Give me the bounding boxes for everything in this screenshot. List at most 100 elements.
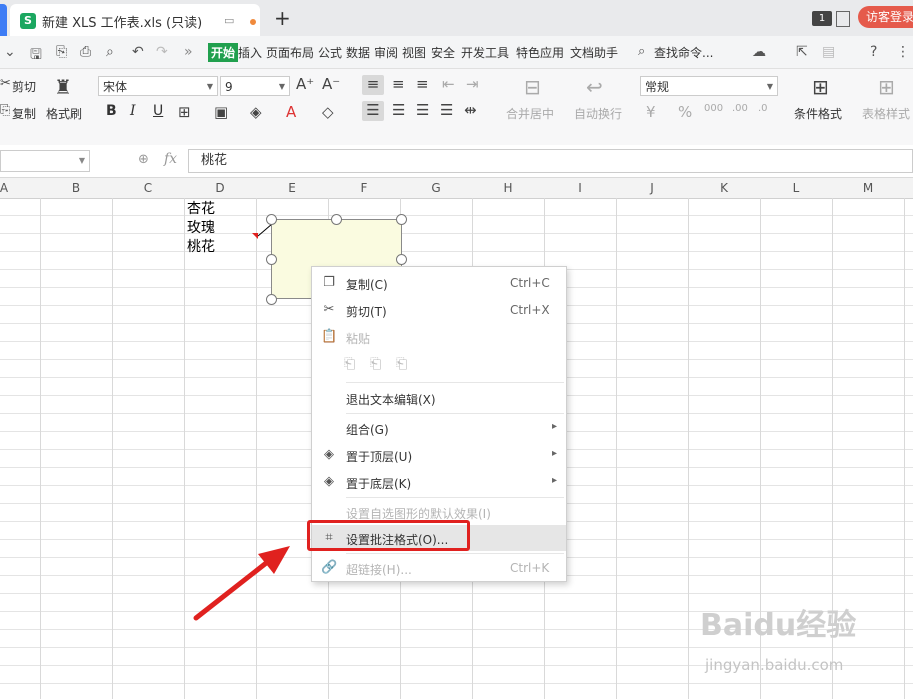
- menu-item-copy[interactable]: ❐ 复制(C) Ctrl+C: [312, 270, 566, 296]
- fx-button[interactable]: fx: [164, 151, 177, 167]
- menu-special[interactable]: 特色应用: [516, 44, 564, 61]
- chevron-down-icon[interactable]: ⌄: [4, 44, 16, 60]
- share-icon[interactable]: ⇱: [796, 44, 808, 60]
- font-size-select[interactable]: 9 ▼: [220, 76, 290, 96]
- column-header-f[interactable]: F: [354, 181, 374, 195]
- new-tab-button[interactable]: +: [274, 6, 291, 30]
- print-preview-icon[interactable]: ⌕: [106, 44, 114, 60]
- menu-data[interactable]: 数据: [346, 44, 370, 61]
- merge-center-button[interactable]: 合并居中: [506, 105, 554, 122]
- menu-item-bring-to-front[interactable]: ◈ 置于顶层(U) ▸: [312, 442, 566, 468]
- menu-item-hyperlink[interactable]: 🔗 超链接(H)... Ctrl+K: [312, 555, 566, 581]
- visitor-login-button[interactable]: 访客登录: [858, 6, 913, 28]
- table-style-icon[interactable]: ⊞: [878, 75, 895, 99]
- conditional-format-button[interactable]: 条件格式: [794, 105, 842, 122]
- copy-icon[interactable]: ⎘: [0, 103, 10, 118]
- wrap-text-icon[interactable]: ↩: [586, 75, 603, 99]
- name-box[interactable]: ▼: [0, 150, 90, 172]
- align-middle-icon[interactable]: ≡: [392, 75, 405, 93]
- borders-icon[interactable]: ⊞: [178, 103, 191, 121]
- menu-item-group[interactable]: 组合(G) ▸: [312, 415, 566, 441]
- font-name-select[interactable]: 宋体 ▼: [98, 76, 218, 96]
- align-bottom-icon[interactable]: ≡: [416, 75, 429, 93]
- cut-button[interactable]: 剪切: [12, 78, 36, 95]
- menu-item-paste[interactable]: 📋 粘贴: [312, 324, 566, 350]
- column-header-c[interactable]: C: [138, 181, 158, 195]
- formula-input[interactable]: 桃花: [188, 149, 913, 173]
- search-icon[interactable]: ⌕: [638, 44, 645, 59]
- print-icon[interactable]: ⎙: [80, 44, 91, 60]
- increase-decimal-icon[interactable]: .00: [732, 103, 748, 114]
- monitor-icon[interactable]: ▭: [224, 14, 234, 27]
- column-header-d[interactable]: D: [210, 181, 230, 195]
- menu-doc-assistant[interactable]: 文档助手: [570, 44, 618, 61]
- resize-handle-top[interactable]: [331, 214, 342, 225]
- command-search[interactable]: 查找命令...: [654, 44, 713, 61]
- number-format-select[interactable]: 常规 ▼: [640, 76, 778, 96]
- increase-font-icon[interactable]: A⁺: [296, 75, 314, 93]
- thousands-icon[interactable]: 000: [704, 103, 723, 114]
- merge-center-icon[interactable]: ⊟: [524, 75, 541, 99]
- column-header-i[interactable]: I: [570, 181, 590, 195]
- column-header-k[interactable]: K: [714, 181, 734, 195]
- clear-icon[interactable]: ◇: [322, 103, 334, 121]
- distribute-icon[interactable]: ⇹: [464, 101, 477, 119]
- help-icon[interactable]: ?: [870, 44, 877, 60]
- italic-button[interactable]: I: [130, 103, 136, 119]
- currency-icon[interactable]: ¥: [646, 103, 656, 121]
- resize-handle-right[interactable]: [396, 254, 407, 265]
- menu-more-icon[interactable]: ⋮: [896, 44, 910, 60]
- decrease-indent-icon[interactable]: ⇤: [442, 75, 455, 93]
- export-pdf-icon[interactable]: ⎘: [56, 44, 67, 60]
- document-tab[interactable]: S 新建 XLS 工作表.xls (只读) ▭: [10, 4, 260, 36]
- scissors-icon[interactable]: ✂: [0, 76, 11, 91]
- column-header-m[interactable]: M: [858, 181, 878, 195]
- percent-icon[interactable]: %: [678, 103, 692, 121]
- menu-security[interactable]: 安全: [431, 44, 455, 61]
- menu-view[interactable]: 视图: [402, 44, 426, 61]
- home-tab-edge[interactable]: [0, 4, 7, 36]
- template-icon[interactable]: ▤: [822, 44, 835, 60]
- column-header-e[interactable]: E: [282, 181, 302, 195]
- underline-button[interactable]: U: [153, 103, 163, 119]
- decrease-font-icon[interactable]: A⁻: [322, 75, 340, 93]
- column-header-b[interactable]: B: [66, 181, 86, 195]
- undo-icon[interactable]: ↶: [132, 44, 144, 60]
- menu-developer[interactable]: 开发工具: [461, 44, 509, 61]
- column-header-j[interactable]: J: [642, 181, 662, 195]
- resize-handle-bottom-left[interactable]: [266, 294, 277, 305]
- bold-button[interactable]: B: [106, 103, 117, 119]
- align-right-icon[interactable]: ☰: [416, 101, 429, 119]
- table-style-button[interactable]: 表格样式: [862, 105, 910, 122]
- column-header-a[interactable]: A: [0, 181, 14, 195]
- menu-item-send-to-back[interactable]: ◈ 置于底层(K) ▸: [312, 469, 566, 495]
- justify-icon[interactable]: ☰: [440, 101, 453, 119]
- align-top-icon[interactable]: ≡: [362, 75, 384, 95]
- save-icon[interactable]: 🖫: [30, 44, 42, 68]
- more-icon[interactable]: »: [184, 44, 193, 60]
- paste-keep-format-icon[interactable]: ⎗: [344, 356, 355, 372]
- paste-values-icon[interactable]: ⎗: [370, 356, 381, 372]
- fill-color-icon[interactable]: ◈: [250, 103, 262, 121]
- paste-formula-icon[interactable]: ⎗: [396, 356, 407, 372]
- menu-review[interactable]: 审阅: [374, 44, 398, 61]
- resize-handle-top-right[interactable]: [396, 214, 407, 225]
- menu-formulas[interactable]: 公式: [318, 44, 342, 61]
- align-left-icon[interactable]: ☰: [362, 101, 384, 121]
- increase-indent-icon[interactable]: ⇥: [466, 75, 479, 93]
- menu-insert[interactable]: 插入: [238, 44, 262, 61]
- conditional-format-icon[interactable]: ⊞: [812, 75, 829, 99]
- redo-icon[interactable]: ↷: [156, 44, 168, 60]
- decrease-decimal-icon[interactable]: .0: [758, 103, 768, 114]
- column-header-h[interactable]: H: [498, 181, 518, 195]
- zoom-icon[interactable]: ⊕: [138, 152, 149, 167]
- wrap-text-button[interactable]: 自动换行: [574, 105, 622, 122]
- window-icon[interactable]: [836, 11, 850, 27]
- font-color-icon[interactable]: A: [286, 103, 296, 121]
- cell-d3[interactable]: 桃花: [187, 236, 215, 256]
- copy-button[interactable]: 复制: [12, 105, 36, 122]
- menu-page-layout[interactable]: 页面布局: [266, 44, 314, 61]
- cell-d1[interactable]: 杏花: [187, 198, 215, 218]
- menu-home[interactable]: 开始: [208, 43, 239, 62]
- cell-style-icon[interactable]: ▣: [214, 103, 228, 121]
